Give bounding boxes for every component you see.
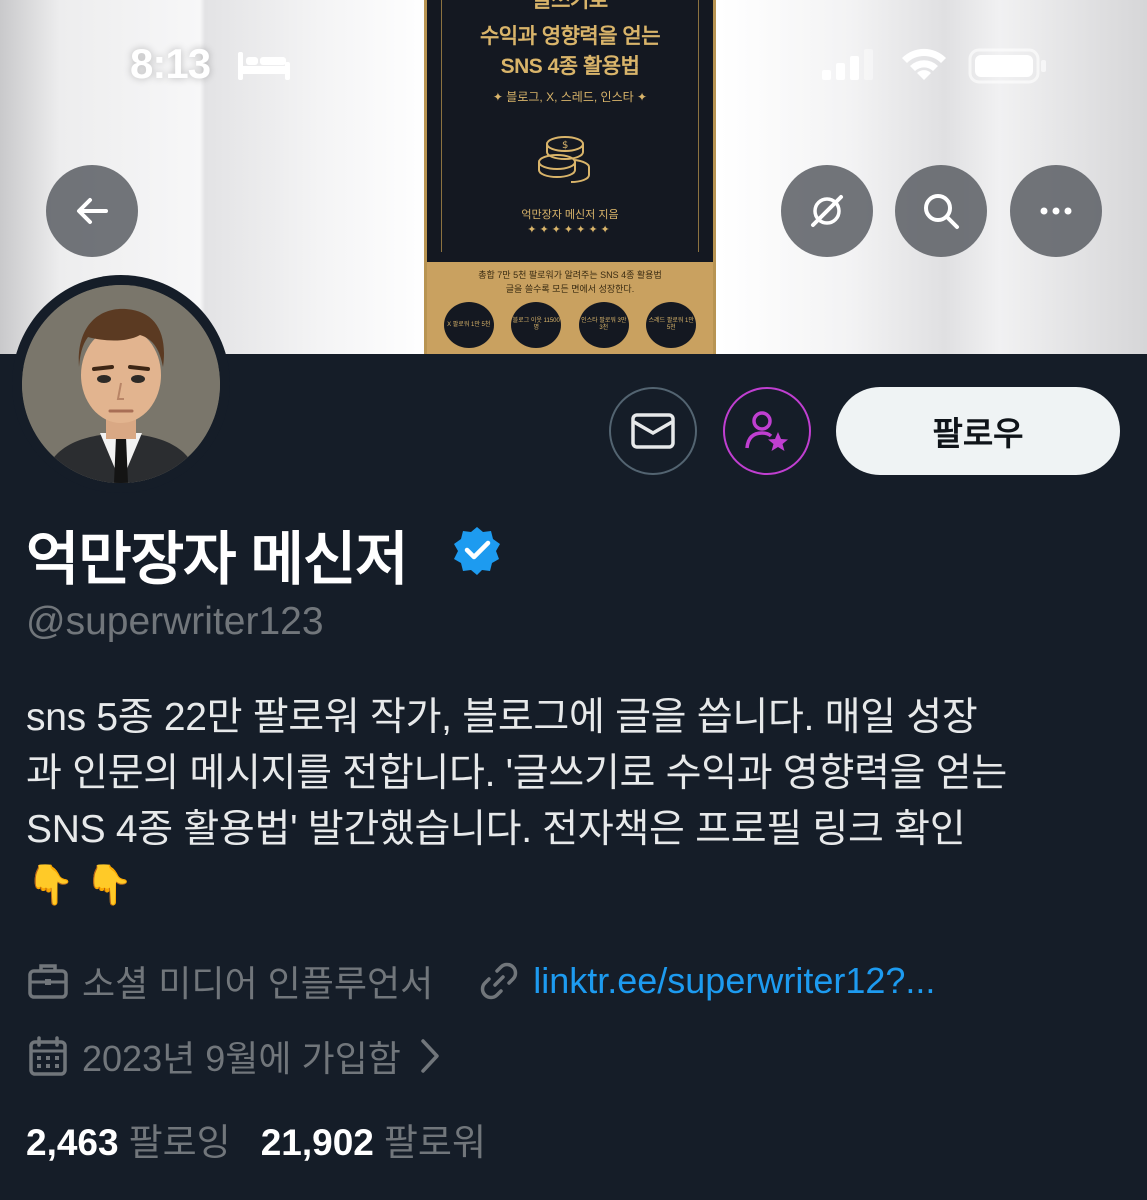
bio-line: sns 5종 22만 팔로워 작가, 블로그에 글을 씁니다. 매일 성장 bbox=[26, 696, 978, 739]
follow-button[interactable]: 팔로우 bbox=[836, 387, 1120, 475]
more-button[interactable] bbox=[1010, 165, 1102, 257]
following-label: 팔로잉 bbox=[128, 1122, 231, 1163]
book-tagline: 글을 쓸수록 모든 면에서 성장한다. bbox=[505, 284, 635, 294]
message-button[interactable] bbox=[609, 387, 697, 475]
link-icon bbox=[481, 962, 518, 1000]
person-star-icon bbox=[745, 411, 788, 451]
cellular-signal-icon bbox=[822, 49, 873, 80]
book-badge: X 팔로워 1만 5천 bbox=[443, 302, 494, 348]
book-cover-image: 글쓰기로 수익과 영향력을 얻는 SNS 4종 활용법 ✦ 블로그, X, 스레… bbox=[424, 0, 716, 354]
status-time: 8:13 bbox=[130, 40, 211, 87]
grok-icon bbox=[811, 195, 843, 227]
verified-badge-icon[interactable] bbox=[452, 525, 502, 575]
profile-link[interactable]: linktr.ee/superwriter12?... bbox=[533, 960, 935, 1002]
avatar-illustration bbox=[22, 285, 220, 483]
subscribe-button[interactable] bbox=[723, 387, 811, 475]
book-badge: 인스타 팔로워 3만 3천 bbox=[578, 302, 629, 348]
svg-text:$: $ bbox=[562, 140, 568, 151]
joined-date: 2023년 9월에 가입함 bbox=[82, 1038, 401, 1079]
book-subtitle: ✦ 블로그, X, 스레드, 인스타 ✦ bbox=[492, 90, 648, 104]
followers-count: 21,902 bbox=[260, 1122, 374, 1163]
followers-link[interactable]: 21,902 팔로워 bbox=[261, 1112, 516, 1166]
book-title-line: SNS 4종 활용법 bbox=[500, 55, 640, 78]
bio-line: SNS 4종 활용법' 발간했습니다. 전자책은 프로필 링크 확인 bbox=[26, 808, 966, 851]
search-button[interactable] bbox=[895, 165, 987, 257]
following-count: 2,463 bbox=[26, 1122, 119, 1163]
briefcase-icon bbox=[28, 964, 68, 999]
book-stars: ✦✦✦✦✦✦✦ bbox=[527, 224, 613, 236]
following-link[interactable]: 2,463 팔로잉 bbox=[26, 1112, 261, 1166]
back-button[interactable] bbox=[46, 165, 138, 257]
grok-button[interactable] bbox=[781, 165, 873, 257]
display-name: 억만장자 메신저 bbox=[26, 527, 409, 592]
profile-category: 소셜 미디어 인플루언서 bbox=[82, 963, 434, 1004]
mail-icon bbox=[631, 413, 675, 449]
bio: sns 5종 22만 팔로워 작가, 블로그에 글을 씁니다. 매일 성장 과 … bbox=[26, 690, 1121, 914]
bio-line: 과 인문의 메시지를 전합니다. '글쓰기로 수익과 영향력을 얻는 bbox=[26, 752, 1007, 795]
wifi-icon bbox=[902, 48, 946, 80]
book-author: 억만장자 메신저 지음 bbox=[521, 209, 619, 221]
book-tagline: 총합 7만 5천 팔로워가 알려주는 SNS 4종 활용법 bbox=[478, 270, 662, 280]
book-title-line: 수익과 영향력을 얻는 bbox=[479, 25, 661, 48]
joined-row[interactable]: 2023년 9월에 가입함 bbox=[26, 1030, 445, 1082]
battery-icon bbox=[968, 48, 1046, 84]
followers-label: 팔로워 bbox=[383, 1122, 487, 1163]
avatar[interactable] bbox=[12, 275, 230, 493]
book-title-line: 글쓰기로 bbox=[532, 0, 608, 12]
book-badge: 스레드 팔로워 1만 5천 bbox=[646, 302, 697, 348]
coin-stack-icon: $ bbox=[538, 136, 590, 183]
follow-counts: 2,463 팔로잉 21,902 팔로워 bbox=[26, 1112, 516, 1166]
book-badge: 블로그 이웃 11500명 bbox=[511, 302, 562, 348]
calendar-icon bbox=[29, 1036, 67, 1076]
profile-meta-row: 소셜 미디어 인플루언서 linktr.ee/superwriter12?... bbox=[26, 955, 935, 1007]
arrow-left-icon bbox=[77, 198, 108, 224]
more-icon bbox=[1040, 207, 1072, 215]
bio-line: 👇 👇 bbox=[26, 864, 134, 907]
chevron-right-icon bbox=[421, 1039, 439, 1073]
search-icon bbox=[924, 194, 959, 229]
bed-icon bbox=[238, 52, 290, 80]
handle: @superwriter123 bbox=[26, 600, 324, 643]
